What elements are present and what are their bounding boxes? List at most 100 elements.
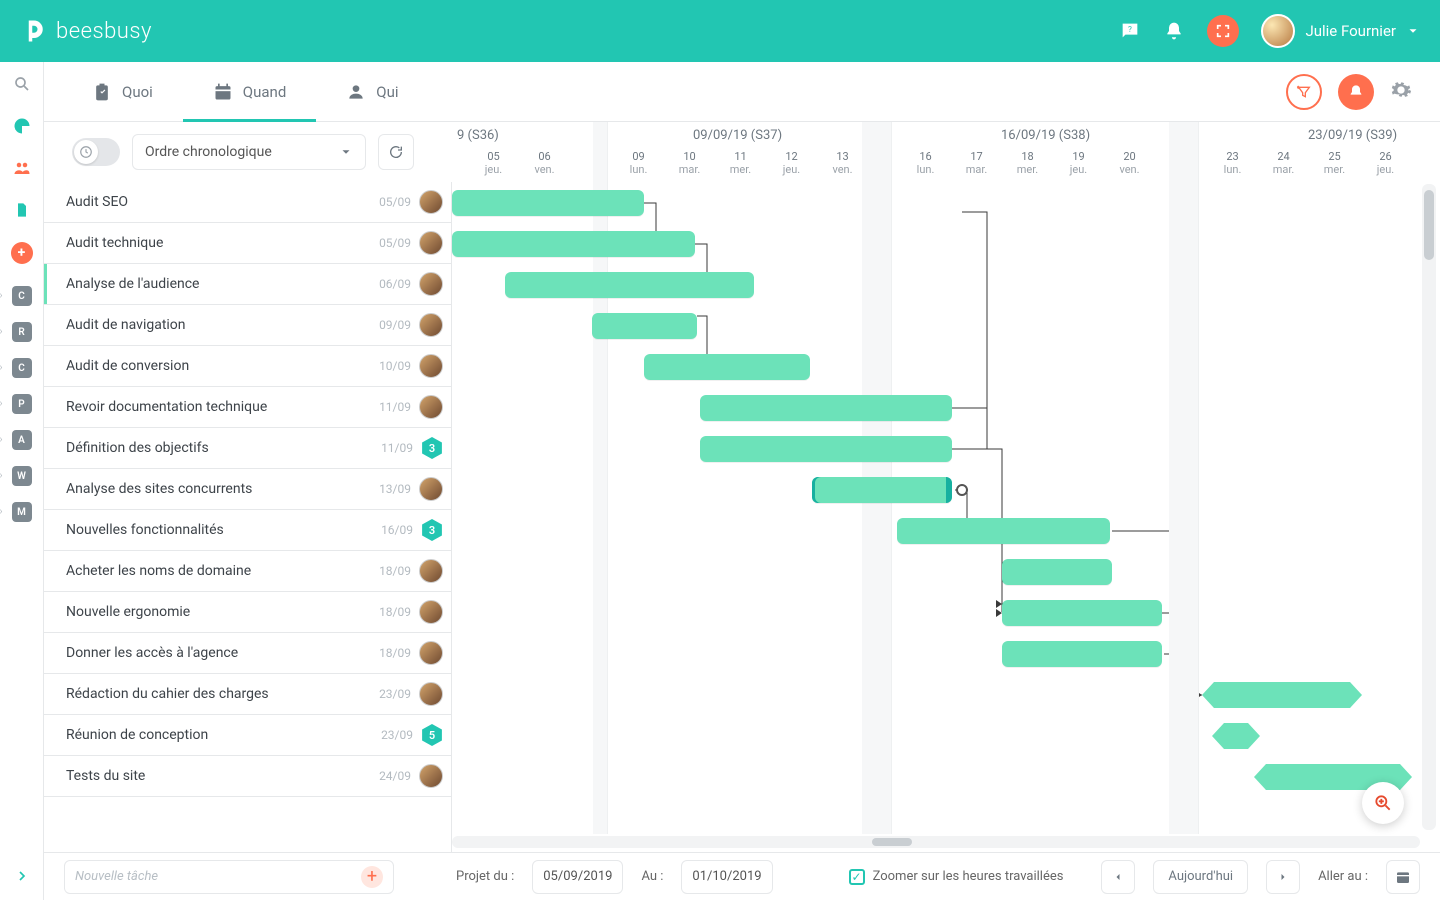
project-from-date[interactable]: 05/09/2019 xyxy=(532,860,623,894)
assignee-avatar-icon xyxy=(419,313,443,337)
clipboard-icon xyxy=(92,82,112,102)
rail-project-m[interactable]: ›M xyxy=(12,502,32,522)
tab-quand[interactable]: Quand xyxy=(183,62,317,121)
gantt-bar[interactable] xyxy=(1002,600,1162,626)
gantt-bar[interactable] xyxy=(812,477,952,503)
gantt-bar[interactable] xyxy=(644,354,810,380)
horizontal-scrollbar[interactable] xyxy=(452,836,1420,848)
rail-project-c[interactable]: ›C xyxy=(12,286,32,306)
task-row[interactable]: Donner les accès à l'agence18/09 xyxy=(44,633,451,674)
zoom-hours-checkbox[interactable]: ✓ Zoomer sur les heures travaillées xyxy=(849,869,1064,885)
assignee-count-badge: 3 xyxy=(421,437,443,459)
rail-project-c[interactable]: ›C xyxy=(12,358,32,378)
vertical-scrollbar[interactable] xyxy=(1422,184,1436,830)
new-task-placeholder: Nouvelle tâche xyxy=(75,869,158,884)
today-button[interactable]: Aujourd'hui xyxy=(1153,860,1248,894)
svg-text:?: ? xyxy=(1129,25,1133,35)
task-row[interactable]: Revoir documentation technique11/09 xyxy=(44,387,451,428)
next-button[interactable] xyxy=(1266,860,1300,894)
bell-icon[interactable] xyxy=(1163,20,1185,42)
gantt-bar[interactable] xyxy=(1002,641,1162,667)
brand-logo[interactable]: beesbusy xyxy=(20,17,152,45)
rail-project-r[interactable]: ›R xyxy=(12,322,32,342)
task-date: 18/09 xyxy=(379,564,411,578)
grid-line xyxy=(1198,122,1199,834)
day-column: 11mer. xyxy=(715,150,766,176)
goto-date-button[interactable] xyxy=(1386,860,1420,894)
user-name: Julie Fournier xyxy=(1305,22,1396,40)
prev-button[interactable] xyxy=(1101,860,1135,894)
gantt-bar[interactable] xyxy=(505,272,754,298)
today-label: Aujourd'hui xyxy=(1168,869,1233,884)
gantt-bar[interactable] xyxy=(700,395,952,421)
rail-project-a[interactable]: ›A xyxy=(12,430,32,450)
task-row[interactable]: Audit SEO05/09 xyxy=(44,182,451,223)
refresh-button[interactable] xyxy=(378,134,414,170)
milestone-marker-icon[interactable] xyxy=(956,484,968,496)
project-badge: M xyxy=(12,502,32,522)
day-column: 06ven. xyxy=(519,150,570,176)
expand-rail-icon[interactable] xyxy=(14,868,30,888)
add-button[interactable]: + xyxy=(11,242,33,264)
clock-toggle[interactable] xyxy=(72,138,120,166)
plus-icon[interactable]: + xyxy=(361,866,383,888)
task-row[interactable]: Acheter les noms de domaine18/09 xyxy=(44,551,451,592)
task-row[interactable]: Nouvelles fonctionnalités16/093 xyxy=(44,510,451,551)
search-icon[interactable] xyxy=(12,74,32,94)
chart-area[interactable] xyxy=(452,182,1420,834)
task-label: Tests du site xyxy=(66,768,379,784)
task-label: Nouvelles fonctionnalités xyxy=(66,522,381,538)
filter-button[interactable] xyxy=(1286,74,1322,110)
day-column: 26jeu. xyxy=(1360,150,1411,176)
task-row[interactable]: Réunion de conception23/095 xyxy=(44,715,451,756)
day-column: 20ven. xyxy=(1104,150,1155,176)
task-date: 05/09 xyxy=(379,195,411,209)
project-to-date[interactable]: 01/10/2019 xyxy=(681,860,772,894)
chevron-right-icon: › xyxy=(0,327,3,338)
dashboard-icon[interactable] xyxy=(12,116,32,136)
task-row[interactable]: Audit de conversion10/09 xyxy=(44,346,451,387)
gantt-milestone[interactable] xyxy=(1212,723,1260,749)
gantt-bar[interactable] xyxy=(452,231,695,257)
zoom-hours-label: Zoomer sur les heures travaillées xyxy=(873,869,1064,884)
rail-project-w[interactable]: ›W xyxy=(12,466,32,486)
task-label: Rédaction du cahier des charges xyxy=(66,686,379,702)
alerts-button[interactable] xyxy=(1338,74,1374,110)
task-row[interactable]: Analyse des sites concurrents13/09 xyxy=(44,469,451,510)
gantt-bar[interactable] xyxy=(1002,559,1112,585)
gantt-bar[interactable] xyxy=(452,190,644,216)
main-area: Ordre chronologique Audit SEO05/09Audit … xyxy=(44,122,1440,900)
week-label: 09/09/19 (S37) xyxy=(693,128,782,143)
new-task-input[interactable]: Nouvelle tâche + xyxy=(64,860,394,894)
settings-button[interactable] xyxy=(1390,79,1412,105)
people-icon[interactable] xyxy=(12,158,32,178)
task-date: 10/09 xyxy=(379,359,411,373)
task-row[interactable]: Tests du site24/09 xyxy=(44,756,451,797)
sort-dropdown[interactable]: Ordre chronologique xyxy=(132,134,366,170)
task-row[interactable]: Nouvelle ergonomie18/09 xyxy=(44,592,451,633)
tab-quoi[interactable]: Quoi xyxy=(62,62,183,121)
user-menu[interactable]: Julie Fournier xyxy=(1261,14,1420,48)
rail-project-p[interactable]: ›P xyxy=(12,394,32,414)
tab-qui[interactable]: Qui xyxy=(316,62,428,121)
task-row[interactable]: Définition des objectifs11/093 xyxy=(44,428,451,469)
task-row[interactable]: Audit technique05/09 xyxy=(44,223,451,264)
assignee-avatar-icon xyxy=(419,395,443,419)
zoom-in-button[interactable] xyxy=(1362,782,1404,824)
fullscreen-button[interactable] xyxy=(1207,15,1239,47)
project-badge: C xyxy=(12,286,32,306)
day-column: 16lun. xyxy=(900,150,951,176)
task-row[interactable]: Rédaction du cahier des charges23/09 xyxy=(44,674,451,715)
task-row[interactable]: Audit de navigation09/09 xyxy=(44,305,451,346)
gantt: Audit SEO05/09Audit technique05/09Analys… xyxy=(44,122,1440,852)
gantt-bar[interactable] xyxy=(1202,682,1362,708)
grid-line xyxy=(607,122,608,834)
gantt-bar[interactable] xyxy=(897,518,1110,544)
gantt-bar[interactable] xyxy=(592,313,697,339)
task-row[interactable]: Analyse de l'audience06/09 xyxy=(44,264,451,305)
gantt-bar[interactable] xyxy=(700,436,952,462)
help-icon[interactable]: ? xyxy=(1119,20,1141,42)
file-icon[interactable] xyxy=(12,200,32,220)
project-badge: P xyxy=(12,394,32,414)
goto-label: Aller au : xyxy=(1318,869,1368,884)
